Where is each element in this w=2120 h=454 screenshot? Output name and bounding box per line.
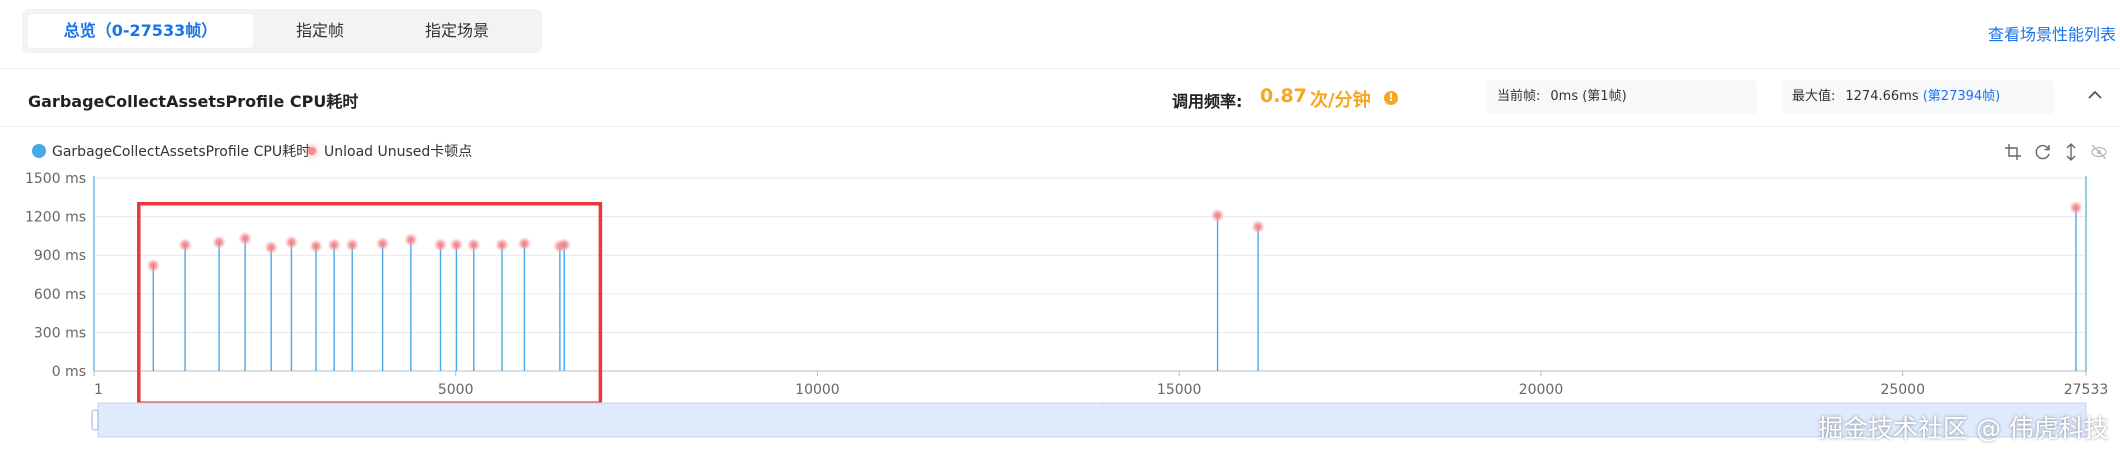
stall-point-marker <box>345 237 360 252</box>
x-tick-label: 20000 <box>1519 382 1564 398</box>
tab-bar: 总览（0-27533帧） 指定帧 指定场景 <box>22 9 542 53</box>
y-tick-label: 300 ms <box>34 325 86 341</box>
refresh-icon[interactable] <box>2034 143 2052 161</box>
zoom-brush[interactable] <box>91 402 2087 438</box>
scene-performance-list-link[interactable]: 查看场景性能列表 <box>1988 21 2116 45</box>
current-frame-label: 当前帧: <box>1497 89 1541 104</box>
call-frequency-label: 调用频率: <box>1172 92 1243 111</box>
tab-specified-frame[interactable]: 指定帧 <box>253 14 387 48</box>
x-axis-labels: 1 5000 10000 15000 20000 25000 27533 <box>94 382 2108 398</box>
legend-label: Unload Unused卡顿点 <box>324 144 473 160</box>
legend-item-cpu-time[interactable]: GarbageCollectAssetsProfile CPU耗时 <box>32 141 310 161</box>
watermark: 掘金技术社区 @ 伟虎科技 <box>1818 414 2109 443</box>
y-tick-label: 1500 ms <box>25 171 86 187</box>
cpu-time-chart: 0 ms300 ms600 ms900 ms1200 ms1500 ms 1 50… <box>25 171 2108 438</box>
data-spikes <box>152 207 2077 371</box>
stall-point-marker <box>466 237 481 252</box>
tab-specified-scene[interactable]: 指定场景 <box>387 14 527 48</box>
stall-point-marker <box>146 258 161 273</box>
stall-point-marker <box>494 237 509 252</box>
max-value-label: 最大值: <box>1792 89 1836 104</box>
x-tick-label: 15000 <box>1157 382 1202 398</box>
crop-icon[interactable] <box>2004 143 2022 161</box>
x-tick-label: 27533 <box>2064 382 2109 398</box>
stall-point-marker <box>309 239 324 254</box>
stall-point-marker <box>327 237 342 252</box>
y-tick-label: 1200 ms <box>25 210 86 226</box>
x-tick-label: 1 <box>94 382 103 398</box>
y-tick-label: 600 ms <box>34 287 86 303</box>
y-tick-label: 0 ms <box>52 364 86 380</box>
tab-overview[interactable]: 总览（0-27533帧） <box>28 14 253 48</box>
max-value-box: 最大值: 1274.66ms (第27394帧) <box>1782 80 2054 114</box>
stall-point-marker <box>449 237 464 252</box>
max-frame-link[interactable]: (第27394帧) <box>1923 89 2001 104</box>
info-icon[interactable]: ! <box>1384 91 1398 105</box>
brush-handle-left <box>91 409 99 431</box>
vertical-resize-icon[interactable] <box>2062 143 2080 161</box>
stall-point-marker <box>433 237 448 252</box>
stall-point-marker <box>238 231 253 246</box>
stall-markers <box>146 200 2083 273</box>
stall-point-marker <box>264 240 279 255</box>
max-value: 1274.66ms <box>1845 89 1919 104</box>
stall-point-marker <box>557 237 572 252</box>
highlight-box <box>137 201 603 405</box>
y-axis-labels: 0 ms 300 ms 600 ms 900 ms 1200 ms 1500 ms <box>25 171 86 380</box>
x-tick-label: 5000 <box>438 382 474 398</box>
stall-point-marker <box>1251 219 1266 234</box>
stall-point-marker <box>2068 200 2083 215</box>
legend-label: GarbageCollectAssetsProfile CPU耗时 <box>52 144 311 160</box>
legend-swatch-blue <box>32 144 46 158</box>
current-frame-value: 0ms (第1帧) <box>1550 89 1627 104</box>
chart-axes <box>93 176 2087 376</box>
x-tick-label: 10000 <box>795 382 840 398</box>
call-frequency-unit: 次/分钟 <box>1310 90 1371 111</box>
stall-point-marker <box>178 237 193 252</box>
stall-point-marker <box>1210 208 1225 223</box>
stall-point-marker <box>403 232 418 247</box>
legend-swatch-red <box>308 147 316 155</box>
stall-point-marker <box>284 235 299 250</box>
x-tick-label: 25000 <box>1880 382 1925 398</box>
divider <box>0 126 2120 127</box>
stall-point-marker <box>212 235 227 250</box>
chevron-up-icon[interactable] <box>2086 86 2104 104</box>
divider <box>0 68 2120 69</box>
hide-icon[interactable] <box>2090 143 2108 161</box>
brush-range <box>97 402 2087 438</box>
y-tick-label: 900 ms <box>34 248 86 264</box>
legend-item-unload-points[interactable]: Unload Unused卡顿点 <box>308 141 472 161</box>
call-frequency-value: 0.87 <box>1260 85 1307 107</box>
highlight-rectangle <box>137 201 603 405</box>
chart-grid <box>94 177 2086 372</box>
stall-point-marker <box>517 236 532 251</box>
current-frame-box: 当前帧: 0ms (第1帧) <box>1487 80 1757 114</box>
stall-point-marker <box>375 236 390 251</box>
panel-title: GarbageCollectAssetsProfile CPU耗时 <box>28 92 359 111</box>
